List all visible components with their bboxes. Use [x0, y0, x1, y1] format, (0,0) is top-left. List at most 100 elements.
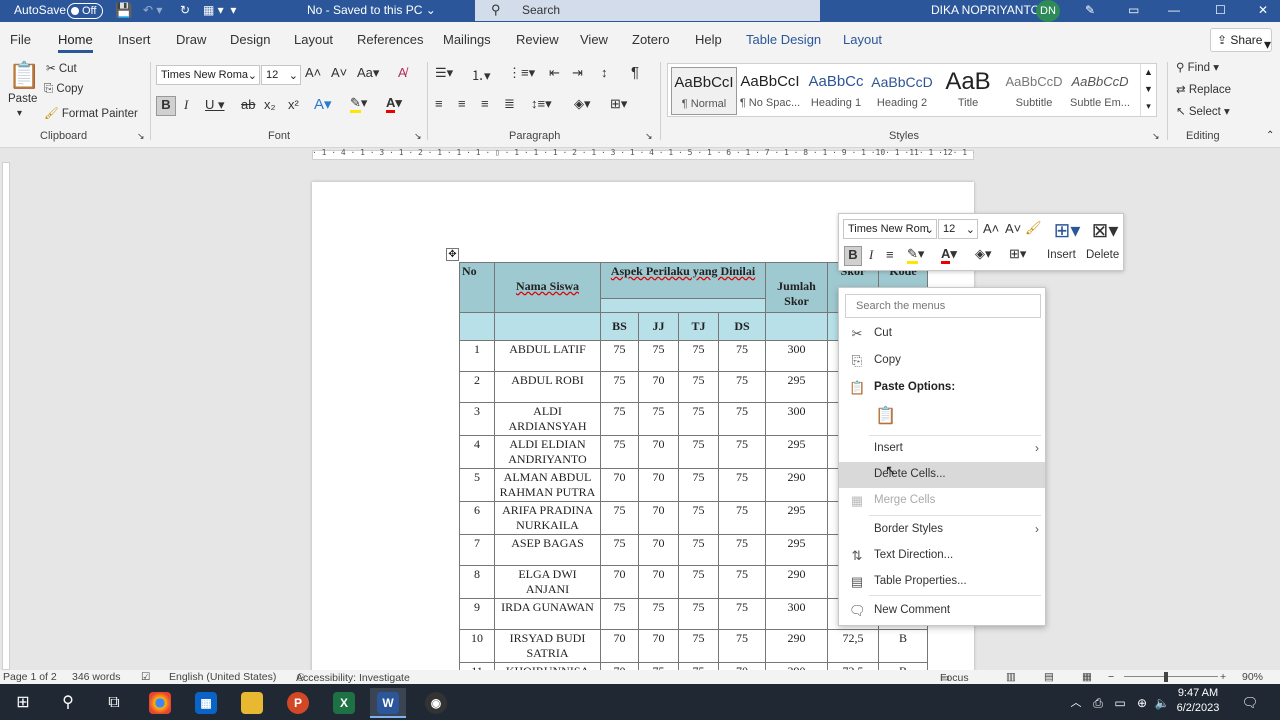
store-icon[interactable]: ▦	[188, 688, 224, 718]
document-title[interactable]: No - Saved to this PC ⌄	[307, 3, 436, 17]
cell-nama[interactable]: ALDI ELDIAN ANDRIYANTO	[494, 435, 601, 469]
font-size-combo[interactable]: 12 ⌄	[261, 65, 301, 85]
font-launcher-icon[interactable]: ↘	[414, 131, 422, 142]
cell-jumlah[interactable]: 300	[765, 340, 828, 372]
vertical-ruler[interactable]	[2, 162, 10, 670]
cell-bs[interactable]: 70	[600, 629, 639, 663]
copy-button[interactable]: ⎘ Copy	[44, 83, 83, 96]
cell-no[interactable]: 9	[459, 598, 495, 630]
paste-keep-formatting-icon[interactable]: 📋	[875, 406, 897, 430]
menu-new-comment[interactable]: 🗨 New Comment	[839, 598, 1045, 624]
line-spacing-icon[interactable]: ↕≡▾	[531, 96, 552, 112]
clock[interactable]: 9:47 AM 6/2/2023	[1168, 686, 1228, 716]
style-heading-1[interactable]: AaBbCc Heading 1	[803, 67, 869, 115]
zoom-level[interactable]: 90%	[1242, 671, 1263, 683]
ribbon-display-icon[interactable]: ▭	[1128, 3, 1139, 17]
redo-icon[interactable]: ↻	[180, 3, 190, 17]
style-no-spacing[interactable]: AaBbCcI ¶ No Spac...	[737, 67, 803, 115]
cell-no[interactable]: 3	[459, 402, 495, 436]
avatar[interactable]: DN	[1036, 0, 1060, 22]
tab-table-design[interactable]: Table Design	[746, 32, 821, 47]
cell-ds[interactable]: 75	[718, 598, 766, 630]
tab-help[interactable]: Help	[695, 32, 722, 47]
cell-bs[interactable]: 75	[600, 340, 639, 372]
horizontal-ruler[interactable]: · 1 · 4 · 1 · 3 · 1 · 2 · 1 · 1 · 1 · ▯ …	[0, 148, 1280, 162]
superscript-button[interactable]: x²	[288, 97, 299, 112]
menu-copy[interactable]: ⎘ Copy	[839, 348, 1045, 374]
cell-jj[interactable]: 70	[638, 435, 679, 469]
align-left-icon[interactable]: ≡	[435, 96, 443, 111]
tab-layout[interactable]: Layout	[294, 32, 333, 47]
cell-tj[interactable]: 75	[678, 468, 719, 502]
shrink-font-icon[interactable]: A˅	[331, 65, 347, 80]
style-subtle-emphasis[interactable]: AaBbCcD Subtle Em...	[1067, 67, 1133, 115]
justify-icon[interactable]: ≣	[504, 96, 515, 112]
cell-tj[interactable]: 75	[678, 534, 719, 566]
style-normal[interactable]: AaBbCcI ¶ Normal	[671, 67, 737, 115]
cell-bs[interactable]: 75	[600, 371, 639, 403]
cell-nama[interactable]: ABDUL LATIF	[494, 340, 601, 372]
paragraph-launcher-icon[interactable]: ↘	[645, 131, 653, 142]
cell-no[interactable]: 1	[459, 340, 495, 372]
style-title[interactable]: AaB Title	[935, 67, 1001, 115]
grow-font-icon[interactable]: A˄	[305, 65, 321, 80]
decrease-indent-icon[interactable]: ⇤	[549, 65, 560, 81]
menu-insert[interactable]: Insert ›	[839, 436, 1045, 462]
numbering-icon[interactable]: ⒈▾	[471, 65, 491, 84]
borders-icon[interactable]: ⊞▾	[1009, 246, 1026, 262]
cell-ds[interactable]: 75	[718, 468, 766, 502]
bold-button[interactable]: B	[156, 96, 176, 116]
style-subtitle[interactable]: AaBbCcD Subtitle	[1001, 67, 1067, 115]
read-mode-icon[interactable]: ▥	[1006, 671, 1016, 683]
cell-bs[interactable]: 70	[600, 468, 639, 502]
cell-no[interactable]: 2	[459, 371, 495, 403]
tab-design[interactable]: Design	[230, 32, 270, 47]
menu-text-direction[interactable]: ⇅ Text Direction...	[839, 543, 1045, 569]
task-view-icon[interactable]: ⧉	[96, 688, 132, 718]
underline-button[interactable]: U ▾	[205, 97, 225, 113]
tab-table-layout[interactable]: Layout	[843, 32, 882, 47]
highlight-color-icon[interactable]: ✎▾	[907, 246, 924, 264]
page-count[interactable]: Page 1 of 2	[3, 671, 57, 683]
align-right-icon[interactable]: ≡	[481, 96, 489, 111]
font-color-icon[interactable]: A▾	[941, 246, 957, 264]
menu-table-properties[interactable]: ▤ Table Properties...	[839, 569, 1045, 595]
user-name[interactable]: DIKA NOPRIYANTO	[931, 3, 1040, 17]
cell-ds[interactable]: 75	[718, 534, 766, 566]
cell-tj[interactable]: 75	[678, 371, 719, 403]
mini-italic-button[interactable]: I	[869, 247, 873, 263]
tab-zotero[interactable]: Zotero	[632, 32, 670, 47]
menu-merge-cells[interactable]: ▦ Merge Cells	[839, 488, 1045, 514]
menu-delete-cells[interactable]: Delete Cells...	[839, 462, 1045, 488]
collapse-ribbon-icon[interactable]: ⌃	[1266, 130, 1274, 141]
notifications-icon[interactable]: 🗨	[1232, 688, 1268, 718]
zoom-slider[interactable]	[1124, 676, 1218, 677]
cell-tj[interactable]: 75	[678, 435, 719, 469]
cell-jumlah[interactable]: 295	[765, 501, 828, 535]
shading-icon[interactable]: ◈▾	[574, 96, 591, 112]
cell-ds[interactable]: 75	[718, 629, 766, 663]
mini-size-combo[interactable]: 12 ⌄	[938, 219, 978, 239]
cell-jj[interactable]: 70	[638, 501, 679, 535]
cell-nama[interactable]: ALMAN ABDUL RAHMAN PUTRA	[494, 468, 601, 502]
maximize-icon[interactable]: ☐	[1215, 3, 1226, 17]
cell-no[interactable]: 10	[459, 629, 495, 663]
cell-jumlah[interactable]: 290	[765, 629, 828, 663]
autosave-toggle[interactable]: Off	[67, 3, 103, 19]
cell-nama[interactable]: ALDI ARDIANSYAH	[494, 402, 601, 436]
cell-jj[interactable]: 70	[638, 468, 679, 502]
mini-bold-button[interactable]: B	[844, 246, 862, 266]
font-name-combo[interactable]: Times New Roma ⌄	[156, 65, 260, 85]
more-icon[interactable]: ▾	[1264, 36, 1271, 53]
word-count[interactable]: 346 words	[72, 671, 120, 683]
grow-font-icon[interactable]: A˄	[983, 221, 999, 236]
tab-home[interactable]: Home	[58, 32, 93, 53]
cell-tj[interactable]: 75	[678, 598, 719, 630]
replace-button[interactable]: ⇄ Replace	[1176, 82, 1231, 96]
cell-bs[interactable]: 75	[600, 598, 639, 630]
show-marks-icon[interactable]: ¶	[631, 64, 639, 81]
cell-jj[interactable]: 70	[638, 629, 679, 663]
cell-ds[interactable]: 75	[718, 340, 766, 372]
align-center-icon[interactable]: ≡	[458, 96, 466, 111]
tab-insert[interactable]: Insert	[118, 32, 151, 47]
